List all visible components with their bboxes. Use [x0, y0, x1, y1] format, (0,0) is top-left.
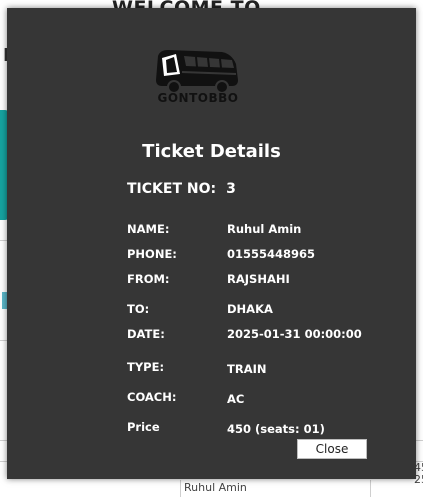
date-value: 2025-01-31 00:00:00: [227, 327, 362, 341]
background-table-line: [180, 480, 181, 497]
ticket-details-modal: GONTOBBO Ticket Details TICKET NO: 3 NAME…: [7, 8, 416, 479]
ticket-number-row: TICKET NO: 3: [127, 181, 236, 197]
phone-label: PHONE:: [127, 247, 177, 261]
price-value: 450 (seats: 01): [227, 422, 325, 436]
ticket-number-label: TICKET NO:: [127, 181, 217, 197]
background-divider: [0, 240, 7, 241]
modal-title: Ticket Details: [142, 141, 281, 162]
name-label: NAME:: [127, 222, 170, 236]
to-label: TO:: [127, 302, 150, 316]
to-value: DHAKA: [227, 302, 273, 316]
logo-wordmark: GONTOBBO: [157, 91, 239, 105]
phone-value: 01555448965: [227, 247, 316, 261]
background-table-cell: Ruhul Amin: [184, 481, 247, 494]
type-value: TRAIN: [227, 362, 267, 376]
name-value: Ruhul Amin: [227, 222, 302, 236]
from-label: FROM:: [127, 272, 170, 286]
background-divider: [0, 340, 7, 341]
ticket-number-value: 3: [226, 181, 236, 197]
type-label: TYPE:: [127, 360, 165, 374]
background-table-line: [370, 480, 371, 497]
close-button[interactable]: Close: [297, 439, 367, 459]
price-label: Price: [127, 420, 160, 434]
coach-label: COACH:: [127, 390, 177, 404]
coach-value: AC: [227, 392, 245, 406]
from-value: RAJSHAHI: [227, 272, 290, 286]
date-label: DATE:: [127, 327, 165, 341]
